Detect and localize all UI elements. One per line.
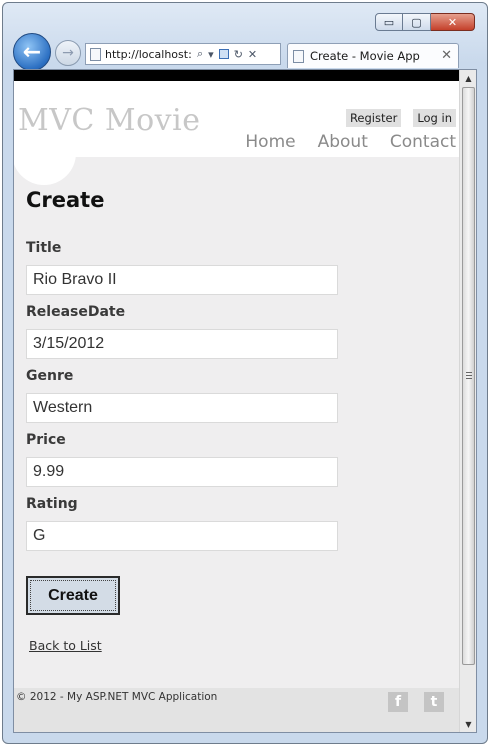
create-button[interactable]: Create xyxy=(26,576,120,615)
maximize-button[interactable]: ▢ xyxy=(403,13,431,31)
rating-label: Rating xyxy=(26,496,78,512)
address-text[interactable]: http://localhost: xyxy=(105,48,193,61)
release-date-label: ReleaseDate xyxy=(26,304,126,320)
forward-arrow-icon: → xyxy=(62,45,74,61)
compatibility-icon[interactable] xyxy=(218,49,229,59)
price-label: Price xyxy=(26,432,66,448)
create-form: Create Title Rio Bravo II ReleaseDate 3/… xyxy=(26,188,456,653)
menu-item-contact[interactable]: Contact xyxy=(390,132,456,152)
back-to-list-link[interactable]: Back to List xyxy=(29,638,102,653)
refresh-icon[interactable]: ↻ xyxy=(234,48,243,61)
page-title: Create xyxy=(26,188,105,212)
menu-item-home[interactable]: Home xyxy=(245,132,295,152)
genre-label: Genre xyxy=(26,368,74,384)
site-title[interactable]: MVC Movie xyxy=(18,103,200,138)
vertical-scrollbar[interactable]: ▲ ▼ xyxy=(459,70,476,732)
release-date-field[interactable]: 3/15/2012 xyxy=(26,329,338,359)
title-label: Title xyxy=(26,240,62,256)
login-links: Register Log in xyxy=(345,109,456,127)
price-field[interactable]: 9.99 xyxy=(26,457,338,487)
address-bar-icons: ⌕ ▾ ↻ ✕ xyxy=(197,47,257,61)
top-bar xyxy=(14,70,460,81)
chevron-down-icon[interactable]: ▾ xyxy=(208,48,214,61)
tab-title: Create - Movie App xyxy=(310,49,420,63)
forward-button[interactable]: → xyxy=(55,40,81,66)
login-link[interactable]: Log in xyxy=(413,109,456,127)
site-footer: © 2012 - My ASP.NET MVC Application f t xyxy=(14,688,460,732)
browser-window: ▭ ▢ ✕ ← → http://localhost: ⌕ ▾ ↻ ✕ Crea… xyxy=(2,2,488,744)
stop-icon[interactable]: ✕ xyxy=(248,48,257,61)
menu-item-about[interactable]: About xyxy=(318,132,368,152)
register-link[interactable]: Register xyxy=(345,109,402,127)
scroll-down-icon[interactable]: ▼ xyxy=(460,716,476,732)
genre-field[interactable]: Western xyxy=(26,393,338,423)
site-header: MVC Movie Register Log in Home About Con… xyxy=(14,81,460,185)
main-menu: Home About Contact xyxy=(245,132,456,152)
window-caption-buttons: ▭ ▢ ✕ xyxy=(375,13,475,31)
tab-create-movie[interactable]: Create - Movie App ✕ xyxy=(287,43,459,68)
address-bar[interactable]: http://localhost: ⌕ ▾ ↻ ✕ xyxy=(85,43,281,65)
tab-close-icon[interactable]: ✕ xyxy=(441,48,452,63)
close-window-button[interactable]: ✕ xyxy=(431,13,475,31)
page-viewport: MVC Movie Register Log in Home About Con… xyxy=(13,69,477,733)
page-icon xyxy=(90,47,101,61)
scroll-up-icon[interactable]: ▲ xyxy=(460,70,476,86)
search-icon[interactable]: ⌕ xyxy=(197,47,203,61)
tab-page-icon xyxy=(293,49,304,63)
facebook-icon[interactable]: f xyxy=(388,692,408,712)
scroll-grip-icon xyxy=(466,372,472,379)
footer-copyright: © 2012 - My ASP.NET MVC Application xyxy=(16,691,218,703)
scroll-thumb[interactable] xyxy=(462,87,475,665)
rating-field[interactable]: G xyxy=(26,521,338,551)
back-arrow-icon: ← xyxy=(22,39,42,65)
twitter-icon[interactable]: t xyxy=(424,692,444,712)
title-field[interactable]: Rio Bravo II xyxy=(26,265,338,295)
minimize-button[interactable]: ▭ xyxy=(375,13,403,31)
back-button[interactable]: ← xyxy=(13,33,51,71)
